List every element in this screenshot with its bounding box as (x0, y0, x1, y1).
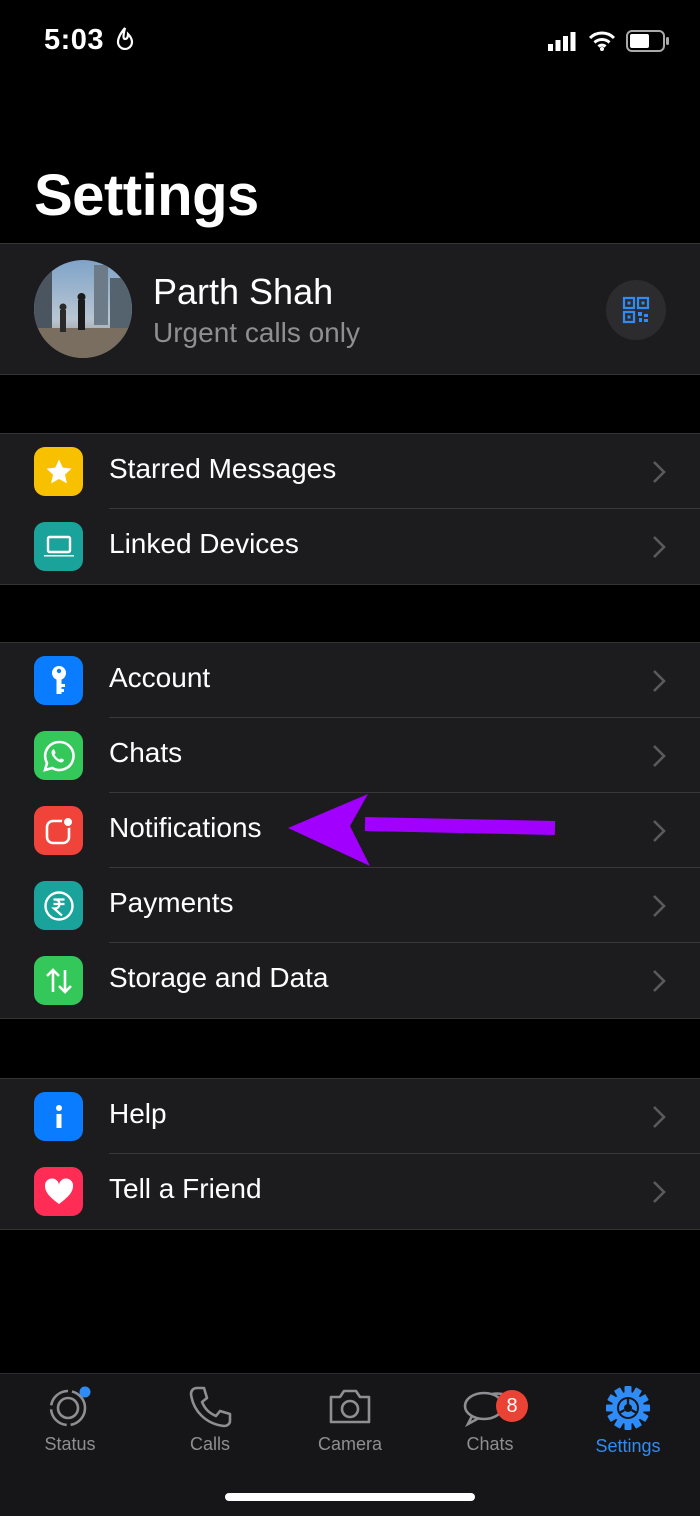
page-title: Settings (34, 163, 259, 228)
arrows-updown-icon (34, 956, 83, 1005)
notification-icon (34, 806, 83, 855)
row-label: Account (109, 662, 211, 693)
row-linked-devices[interactable]: Linked Devices (0, 509, 700, 584)
whatsapp-icon (34, 731, 83, 780)
settings-group-support: Help Tell a Friend (0, 1078, 700, 1230)
tab-camera[interactable]: Camera (280, 1384, 420, 1455)
row-label: Tell a Friend (109, 1173, 262, 1204)
tab-label: Settings (595, 1436, 661, 1456)
status-icons (548, 30, 670, 52)
row-label: Help (109, 1098, 167, 1129)
gear-icon (606, 1386, 650, 1430)
row-label: Payments (109, 887, 234, 918)
chevron-right-icon (653, 1181, 666, 1203)
row-payments[interactable]: Payments (0, 868, 700, 943)
tab-label: Camera (317, 1434, 383, 1454)
row-account[interactable]: Account (0, 643, 700, 718)
row-tell-a-friend[interactable]: Tell a Friend (0, 1154, 700, 1229)
chevron-right-icon (653, 536, 666, 558)
qr-code-button[interactable] (606, 280, 666, 340)
tab-settings[interactable]: Settings (558, 1384, 698, 1457)
row-chats[interactable]: Chats (0, 718, 700, 793)
star-icon (34, 447, 83, 496)
location-icon (116, 27, 133, 51)
profile-row[interactable]: Parth Shah Urgent calls only (0, 243, 700, 375)
home-indicator (225, 1493, 475, 1501)
tab-chats[interactable]: 8 Chats (420, 1384, 560, 1455)
chevron-right-icon (653, 745, 666, 767)
annotation-arrow (288, 794, 556, 866)
row-label: Chats (109, 737, 183, 768)
avatar[interactable] (34, 260, 132, 358)
phone-icon (189, 1386, 232, 1428)
tab-label: Calls (189, 1434, 230, 1454)
tab-label: Status (44, 1434, 96, 1454)
row-label: Notifications (109, 812, 262, 843)
key-icon (34, 656, 83, 705)
battery-icon (626, 30, 669, 52)
rupee-icon (34, 881, 83, 930)
row-label: Starred Messages (109, 453, 337, 484)
row-help[interactable]: Help (0, 1079, 700, 1154)
unread-badge: 8 (496, 1390, 528, 1422)
wifi-icon (588, 31, 616, 51)
camera-icon (329, 1389, 371, 1424)
chevron-right-icon (653, 461, 666, 483)
profile-status: Urgent calls only (153, 317, 360, 348)
chevron-right-icon (653, 820, 666, 842)
tab-status[interactable]: Status (0, 1384, 140, 1455)
status-icon (49, 1386, 91, 1427)
row-label: Storage and Data (109, 962, 329, 993)
info-icon (34, 1092, 83, 1141)
settings-group-shortcuts: Starred Messages Linked Devices (0, 433, 700, 585)
qr-code-icon (622, 296, 650, 324)
status-time: 5:03 (44, 24, 135, 57)
tab-label: Chats (466, 1434, 514, 1454)
chevron-right-icon (653, 895, 666, 917)
row-label: Linked Devices (109, 528, 299, 559)
signal-icon (548, 32, 576, 51)
chevron-right-icon (653, 670, 666, 692)
heart-icon (34, 1167, 83, 1216)
tab-calls[interactable]: Calls (140, 1384, 280, 1455)
row-storage-and-data[interactable]: Storage and Data (0, 943, 700, 1018)
chevron-right-icon (653, 970, 666, 992)
chevron-right-icon (653, 1106, 666, 1128)
profile-name: Parth Shah (153, 271, 334, 312)
laptop-icon (34, 522, 83, 571)
row-starred-messages[interactable]: Starred Messages (0, 434, 700, 509)
